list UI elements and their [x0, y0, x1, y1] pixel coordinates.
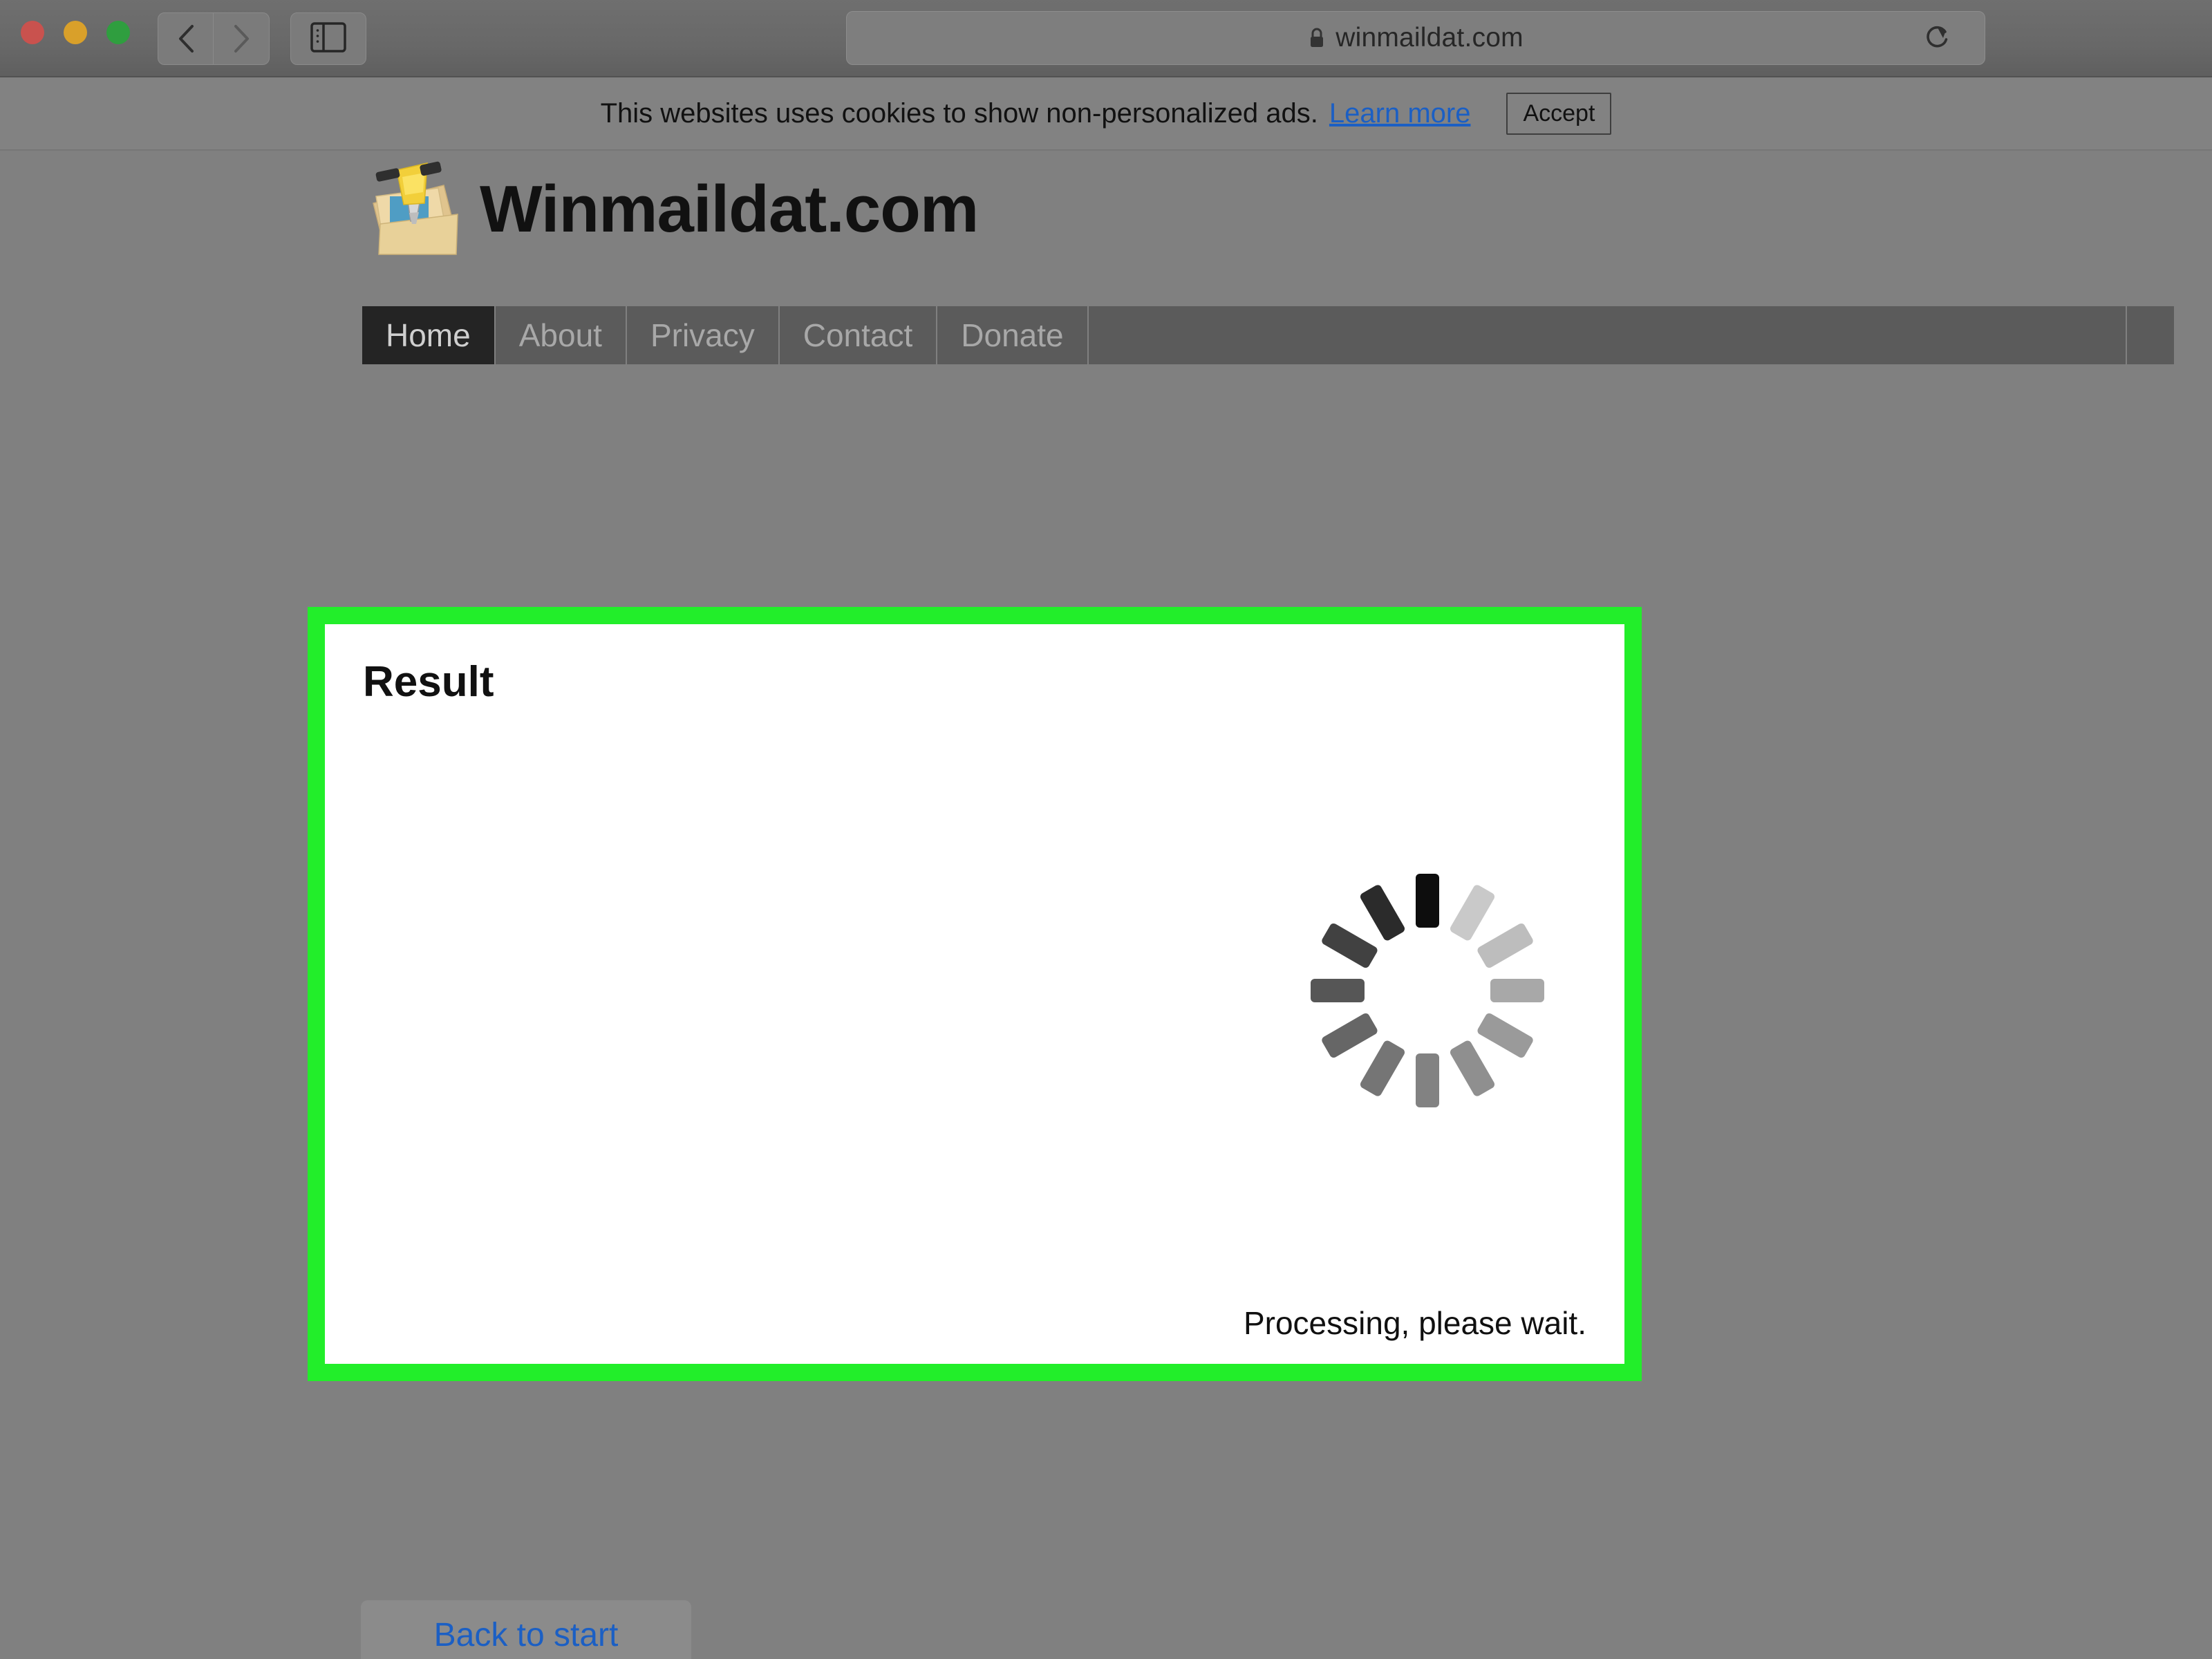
reload-button[interactable] [1906, 12, 1968, 66]
cookie-banner-message: This websites uses cookies to show non-p… [600, 97, 1318, 129]
browser-toolbar: winmaildat.com [0, 0, 2212, 77]
sidebar-toggle-icon [310, 21, 346, 56]
spinner-spoke [1311, 979, 1365, 1002]
forward-button[interactable] [214, 12, 270, 65]
nav-item-home[interactable]: Home [362, 306, 494, 364]
spinner-spoke [1448, 1039, 1497, 1098]
spinner-spoke [1320, 1011, 1379, 1060]
nav-item-donate[interactable]: Donate [937, 306, 1087, 364]
page-title: Winmaildat.com [480, 172, 979, 246]
spinner-spoke [1320, 921, 1379, 970]
nav-filler-end [2126, 306, 2174, 364]
site-navigation: Home About Privacy Contact Donate [362, 306, 2174, 364]
zoom-window-button[interactable] [106, 21, 130, 44]
page-content: Winmaildat.com Home About Privacy Contac… [0, 151, 2212, 1659]
result-panel: Result Processing, please wait. [325, 624, 1624, 1364]
spinner-spoke [1490, 979, 1544, 1002]
site-header: Winmaildat.com [361, 158, 979, 261]
spinner-spoke [1358, 1039, 1407, 1098]
address-bar-text: winmaildat.com [1335, 23, 1524, 53]
nav-label: Donate [961, 317, 1064, 353]
learn-more-link[interactable]: Learn more [1329, 98, 1471, 129]
navigation-buttons [158, 12, 270, 65]
chevron-right-icon [229, 24, 253, 54]
close-window-button[interactable] [21, 21, 44, 44]
back-button[interactable] [158, 12, 214, 65]
nav-item-privacy[interactable]: Privacy [626, 306, 778, 364]
nav-item-contact[interactable]: Contact [779, 306, 937, 364]
loading-spinner-icon [1282, 845, 1573, 1136]
processing-status-text: Processing, please wait. [1243, 1305, 1586, 1341]
cookie-consent-banner: This websites uses cookies to show non-p… [0, 77, 2212, 151]
nav-label: Privacy [650, 317, 755, 353]
nav-filler [1088, 306, 2126, 364]
spinner-spoke [1358, 883, 1407, 942]
spinner-spoke [1416, 874, 1439, 928]
accept-cookies-button[interactable]: Accept [1506, 92, 1612, 135]
spinner-spoke [1476, 1011, 1535, 1060]
lock-icon [1308, 26, 1326, 50]
result-heading: Result [363, 658, 494, 706]
nav-item-about[interactable]: About [495, 306, 626, 364]
nav-label: Home [386, 317, 471, 353]
spinner-spoke [1448, 883, 1497, 942]
spinner-spoke [1416, 1053, 1439, 1107]
result-panel-highlight: Result Processing, please wait. [308, 607, 1642, 1381]
nav-label: About [518, 317, 602, 353]
envelope-tool-logo-icon [361, 158, 465, 261]
minimize-window-button[interactable] [64, 21, 87, 44]
spinner-spoke [1476, 921, 1535, 970]
reload-icon [1922, 21, 1952, 57]
sidebar-toggle-button[interactable] [290, 12, 366, 65]
address-bar[interactable]: winmaildat.com [846, 11, 1985, 65]
nav-label: Contact [803, 317, 913, 353]
window-controls [21, 21, 130, 44]
chevron-left-icon [174, 24, 198, 54]
screen: winmaildat.com This websites uses cookie… [0, 0, 2212, 1659]
back-to-start-button[interactable]: Back to start [361, 1600, 691, 1659]
